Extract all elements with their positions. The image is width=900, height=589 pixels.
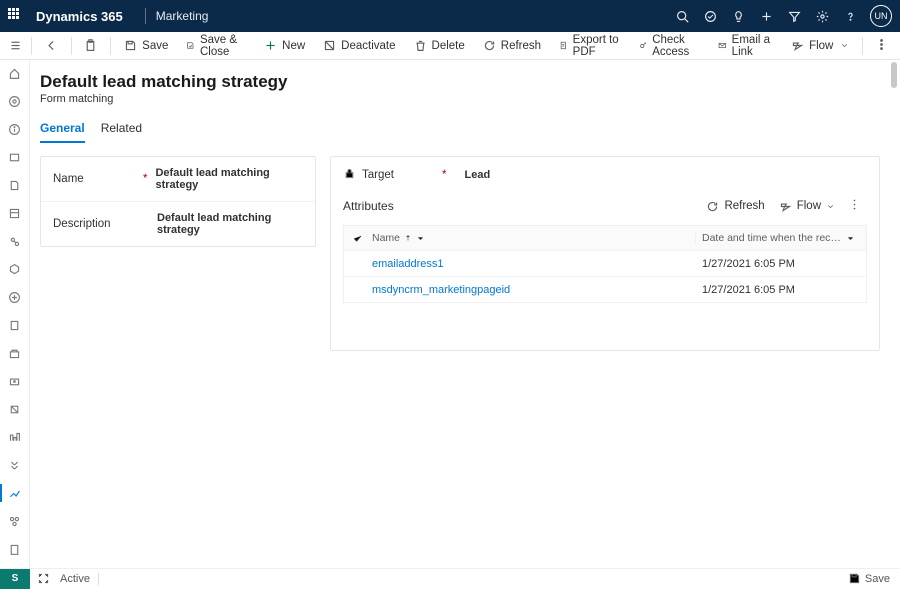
- field-name-value: Default lead matching strategy: [155, 167, 303, 191]
- required-marker: *: [442, 169, 446, 181]
- add-icon[interactable]: [752, 2, 780, 30]
- help-icon[interactable]: [836, 2, 864, 30]
- gear-icon[interactable]: [808, 2, 836, 30]
- save-button[interactable]: Save: [117, 34, 175, 58]
- nav-item-15[interactable]: [0, 456, 30, 474]
- attributes-refresh-button[interactable]: Refresh: [699, 195, 771, 217]
- export-pdf-button[interactable]: Export to PDF: [552, 34, 628, 58]
- task-icon[interactable]: [696, 2, 724, 30]
- nav-settings[interactable]: [0, 92, 30, 110]
- grid-col-name[interactable]: Name: [370, 232, 696, 244]
- row-date: 1/27/2021 6:05 PM: [696, 284, 866, 296]
- field-target-label: Target: [362, 169, 442, 181]
- attributes-header: Attributes Refresh Flow: [331, 187, 879, 221]
- grid-row[interactable]: msdyncrm_marketingpageid 1/27/2021 6:05 …: [344, 276, 866, 302]
- nav-item-8[interactable]: [0, 260, 30, 278]
- chevron-down-icon: [416, 234, 425, 243]
- tabs: General Related: [40, 115, 880, 144]
- attributes-card: Target * Lead Attributes Refresh Flow N: [330, 156, 880, 351]
- nav-item-12[interactable]: [0, 372, 30, 390]
- attributes-flow-button[interactable]: Flow: [772, 195, 842, 217]
- clipboard-button[interactable]: [77, 34, 104, 58]
- global-nav: Dynamics 365 Marketing UN: [0, 0, 900, 32]
- scrollbar[interactable]: [891, 60, 897, 568]
- nav-item-6[interactable]: [0, 204, 30, 222]
- nav-item-10[interactable]: [0, 316, 30, 334]
- nav-item-11[interactable]: [0, 344, 30, 362]
- field-desc-value: Default lead matching strategy: [157, 212, 303, 236]
- nav-divider: [145, 8, 146, 24]
- tab-general[interactable]: General: [40, 115, 85, 143]
- left-nav: [0, 60, 30, 568]
- status-active: Active: [56, 573, 94, 585]
- filter-icon[interactable]: [780, 2, 808, 30]
- avatar[interactable]: UN: [870, 5, 892, 27]
- attributes-title: Attributes: [343, 199, 394, 213]
- status-save-button[interactable]: Save: [838, 572, 900, 585]
- field-name[interactable]: Name * Default lead matching strategy: [41, 157, 315, 202]
- sort-up-icon: [404, 234, 412, 242]
- hamburger-icon[interactable]: [6, 39, 25, 52]
- row-date: 1/27/2021 6:05 PM: [696, 258, 866, 270]
- nav-item-5[interactable]: [0, 176, 30, 194]
- chevron-down-icon: [846, 234, 855, 243]
- grid-header: Name Date and time when the record was c…: [344, 226, 866, 250]
- field-target-value: Lead: [454, 169, 867, 181]
- brand-label: Dynamics 365: [36, 9, 123, 24]
- refresh-button[interactable]: Refresh: [476, 34, 548, 58]
- deactivate-button[interactable]: Deactivate: [316, 34, 402, 58]
- nav-item-4[interactable]: [0, 148, 30, 166]
- grid-col-date[interactable]: Date and time when the record was create…: [696, 232, 866, 244]
- expand-icon[interactable]: [30, 572, 56, 585]
- email-link-button[interactable]: Email a Link: [711, 34, 780, 58]
- field-target[interactable]: Target * Lead: [331, 157, 879, 187]
- nav-item-14[interactable]: [0, 428, 30, 446]
- nav-item-13[interactable]: [0, 400, 30, 418]
- field-desc-label: Description: [53, 218, 143, 230]
- app-launcher-icon[interactable]: [8, 8, 24, 24]
- main-content: Default lead matching strategy Form matc…: [30, 60, 900, 568]
- search-icon[interactable]: [668, 2, 696, 30]
- grid-select-all[interactable]: [344, 232, 370, 245]
- form-card: Name * Default lead matching strategy De…: [40, 156, 316, 247]
- nav-item-17[interactable]: [0, 512, 30, 530]
- nav-item-7[interactable]: [0, 232, 30, 250]
- check-access-button[interactable]: Check Access: [632, 34, 708, 58]
- save-close-button[interactable]: Save & Close: [179, 34, 253, 58]
- delete-button[interactable]: Delete: [407, 34, 472, 58]
- row-name-link[interactable]: emailaddress1: [344, 258, 696, 270]
- flow-button[interactable]: Flow: [784, 34, 856, 58]
- command-bar: Save Save & Close New Deactivate Delete …: [0, 32, 900, 60]
- more-commands-button[interactable]: [869, 38, 894, 54]
- status-box[interactable]: S: [0, 569, 30, 589]
- page-title: Default lead matching strategy: [40, 72, 880, 92]
- status-bar: S Active Save: [0, 568, 900, 588]
- nav-info[interactable]: [0, 120, 30, 138]
- module-label[interactable]: Marketing: [156, 9, 209, 23]
- back-button[interactable]: [38, 34, 65, 58]
- row-name-link[interactable]: msdyncrm_marketingpageid: [344, 284, 696, 296]
- lock-icon: [343, 167, 356, 183]
- field-description[interactable]: Description Default lead matching strate…: [41, 202, 315, 246]
- nav-item-active[interactable]: [0, 484, 30, 502]
- lightbulb-icon[interactable]: [724, 2, 752, 30]
- attributes-more-button[interactable]: [842, 198, 867, 214]
- required-marker: *: [143, 173, 147, 185]
- page-subtitle: Form matching: [40, 93, 880, 105]
- nav-item-9[interactable]: [0, 288, 30, 306]
- tab-related[interactable]: Related: [101, 115, 142, 143]
- field-name-label: Name: [53, 173, 143, 185]
- grid-row[interactable]: emailaddress1 1/27/2021 6:05 PM: [344, 250, 866, 276]
- new-button[interactable]: New: [257, 34, 312, 58]
- nav-item-18[interactable]: [0, 540, 30, 558]
- nav-home[interactable]: [0, 64, 30, 82]
- attributes-grid: Name Date and time when the record was c…: [343, 225, 867, 303]
